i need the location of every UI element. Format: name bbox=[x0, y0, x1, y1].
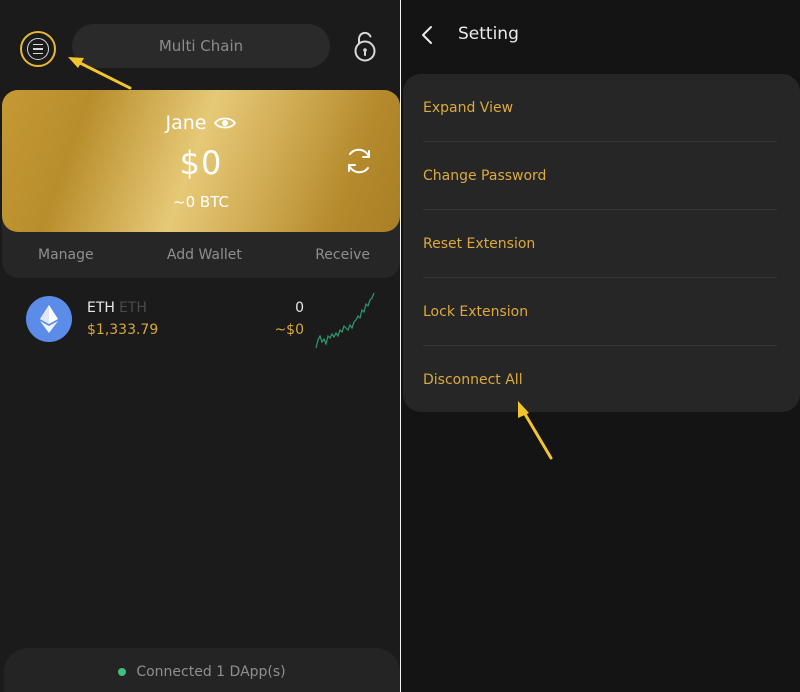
ethereum-icon bbox=[26, 296, 72, 342]
settings-title: Setting bbox=[458, 24, 519, 44]
account-name-row: Jane bbox=[2, 112, 400, 134]
wallet-panel: Multi Chain Jane $0 ~0 BTC Manage Add Wa… bbox=[0, 0, 400, 692]
eye-icon[interactable] bbox=[214, 116, 237, 130]
wallet-actions: Manage Add Wallet Receive bbox=[2, 232, 400, 278]
hamburger-icon bbox=[27, 38, 49, 60]
settings-panel: Setting Expand View Change Password Rese… bbox=[401, 0, 800, 692]
status-dot-icon bbox=[118, 668, 127, 676]
back-chevron-icon[interactable] bbox=[419, 24, 435, 46]
disconnect-all-item[interactable]: Disconnect All bbox=[423, 346, 777, 412]
token-sub-symbol: ETH bbox=[118, 300, 147, 316]
receive-button[interactable]: Receive bbox=[315, 247, 370, 263]
dapp-connection-status[interactable]: Connected 1 DApp(s) bbox=[4, 648, 400, 692]
change-password-item[interactable]: Change Password bbox=[423, 142, 777, 210]
price-sparkline bbox=[315, 292, 375, 349]
total-balance: $0 bbox=[179, 144, 223, 182]
chain-selector[interactable]: Multi Chain bbox=[72, 24, 330, 68]
connection-status-text: Connected 1 DApp(s) bbox=[136, 664, 286, 680]
unlock-icon[interactable] bbox=[351, 30, 379, 62]
menu-button[interactable] bbox=[20, 31, 56, 67]
lock-extension-item[interactable]: Lock Extension bbox=[423, 278, 777, 346]
token-row-eth[interactable]: ETH ETH $1,333.79 0 ~$0 bbox=[26, 292, 386, 349]
add-wallet-button[interactable]: Add Wallet bbox=[167, 247, 242, 263]
manage-button[interactable]: Manage bbox=[38, 247, 94, 263]
token-value: ~$0 bbox=[274, 322, 304, 338]
wallet-card: Jane $0 ~0 BTC bbox=[2, 90, 400, 232]
balance-btc: ~0 BTC bbox=[173, 193, 229, 211]
wallet-card-container: Jane $0 ~0 BTC Manage Add Wallet Receive bbox=[2, 90, 400, 278]
token-price: $1,333.79 bbox=[87, 322, 159, 338]
refresh-icon[interactable] bbox=[344, 146, 374, 176]
token-symbol: ETH ETH bbox=[87, 300, 147, 316]
token-amount: 0 bbox=[295, 300, 304, 316]
reset-extension-item[interactable]: Reset Extension bbox=[423, 210, 777, 278]
expand-view-item[interactable]: Expand View bbox=[423, 74, 777, 142]
account-name: Jane bbox=[165, 112, 207, 134]
settings-menu: Expand View Change Password Reset Extens… bbox=[403, 74, 800, 412]
